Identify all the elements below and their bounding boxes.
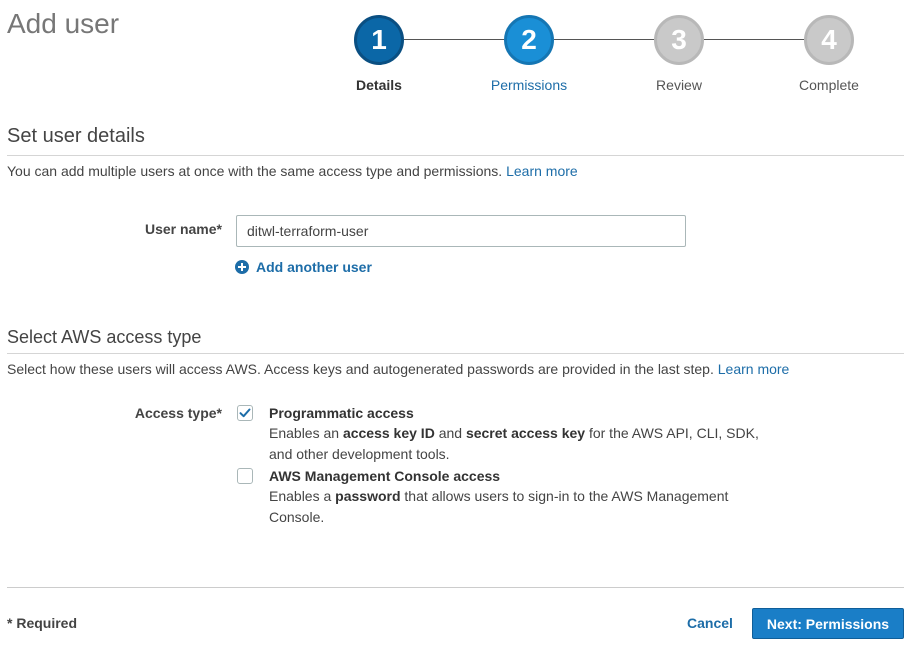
access-type-heading: Select AWS access type <box>7 327 202 347</box>
add-another-user-label: Add another user <box>256 259 372 275</box>
step-number-circle: 4 <box>804 15 854 65</box>
desc-text: Enables an <box>269 425 343 441</box>
page-title: Add user <box>7 8 120 39</box>
desc-bold: access key ID <box>342 425 435 441</box>
cancel-button[interactable]: Cancel <box>687 615 733 631</box>
step-number-circle: 3 <box>654 15 704 65</box>
desc-text: and other development tools. <box>269 446 450 462</box>
wizard-step-complete: 4 Complete <box>779 15 879 100</box>
step-label: Details <box>356 77 402 93</box>
desc-text: for the AWS API, CLI, SDK, <box>585 425 759 441</box>
required-note: * Required <box>7 615 78 631</box>
programmatic-access-checkbox[interactable] <box>237 405 253 421</box>
programmatic-access-description: Enables an access key ID and secret acce… <box>269 423 789 465</box>
desc-text: Console. <box>269 509 325 525</box>
user-details-heading: Set user details <box>7 125 145 147</box>
step-label: Permissions <box>490 77 568 93</box>
access-type-label: Access type* <box>134 405 222 421</box>
programmatic-access-title: Programmatic access <box>269 405 414 421</box>
section-divider <box>7 155 904 156</box>
desc-text: and <box>434 425 466 441</box>
desc-text: Enables a <box>269 488 336 504</box>
step-label: Review <box>656 77 702 93</box>
next-permissions-button[interactable]: Next: Permissions <box>752 608 904 639</box>
wizard-step-permissions[interactable]: 2 Permissions <box>479 15 579 100</box>
step-label: Complete <box>799 77 859 93</box>
learn-more-link[interactable]: Learn more <box>506 163 578 179</box>
checkmark-icon <box>239 408 251 418</box>
plus-circle-icon <box>235 260 249 274</box>
step-number-circle: 2 <box>504 15 554 65</box>
console-access-checkbox[interactable] <box>237 468 253 484</box>
description-text: Select how these users will access AWS. … <box>7 361 714 377</box>
username-label: User name* <box>144 221 222 237</box>
footer-divider <box>7 587 904 588</box>
user-details-description: You can add multiple users at once with … <box>7 163 578 179</box>
step-number-circle: 1 <box>354 15 404 65</box>
access-type-description: Select how these users will access AWS. … <box>7 361 789 377</box>
desc-bold: secret access key <box>465 425 586 441</box>
console-access-description: Enables a password that allows users to … <box>269 486 789 528</box>
desc-text: that allows users to sign-in to the AWS … <box>400 488 729 504</box>
description-text: You can add multiple users at once with … <box>7 163 503 179</box>
username-input[interactable] <box>236 215 686 247</box>
add-another-user-link[interactable]: Add another user <box>235 259 372 275</box>
wizard-step-details[interactable]: 1 Details <box>329 15 429 100</box>
desc-bold: password <box>335 488 401 504</box>
learn-more-link[interactable]: Learn more <box>718 361 790 377</box>
wizard-step-review: 3 Review <box>629 15 729 100</box>
console-access-title: AWS Management Console access <box>269 468 501 484</box>
section-divider <box>7 353 904 354</box>
